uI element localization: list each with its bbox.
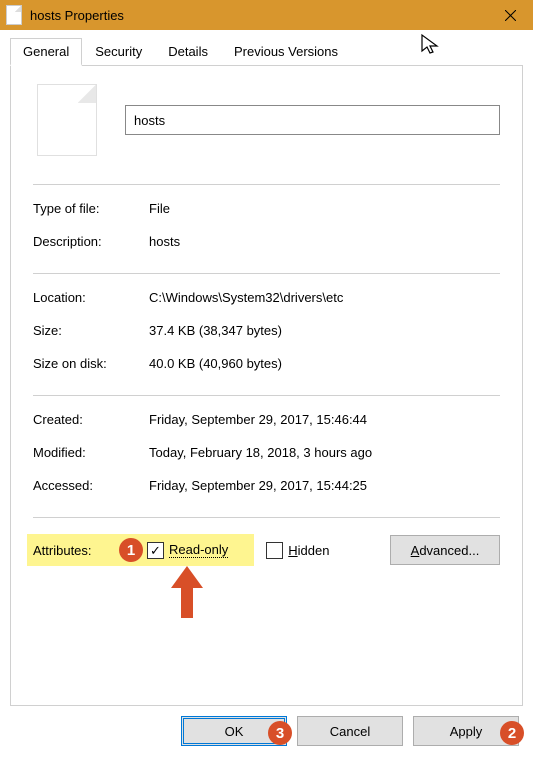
size-value: 37.4 KB (38,347 bytes) bbox=[149, 323, 500, 338]
created-row: Created: Friday, September 29, 2017, 15:… bbox=[33, 412, 500, 427]
close-icon bbox=[505, 10, 516, 21]
document-icon bbox=[37, 84, 97, 156]
divider bbox=[33, 395, 500, 396]
modified-row: Modified: Today, February 18, 2018, 3 ho… bbox=[33, 445, 500, 460]
size-label: Size: bbox=[33, 323, 149, 338]
filename-input[interactable] bbox=[125, 105, 500, 135]
arrow-up-icon bbox=[169, 566, 205, 618]
cancel-button[interactable]: Cancel bbox=[297, 716, 403, 746]
annotation-badge-3: 3 bbox=[268, 721, 292, 745]
tab-previous-versions[interactable]: Previous Versions bbox=[221, 38, 351, 65]
annotation-badge-1: 1 bbox=[119, 538, 143, 562]
tab-general[interactable]: General bbox=[10, 38, 82, 66]
divider bbox=[33, 517, 500, 518]
attributes-label: Attributes: bbox=[33, 543, 119, 558]
divider bbox=[33, 273, 500, 274]
sizeondisk-label: Size on disk: bbox=[33, 356, 149, 371]
ok-button[interactable]: OK 3 bbox=[181, 716, 287, 746]
modified-value: Today, February 18, 2018, 3 hours ago bbox=[149, 445, 500, 460]
type-of-file-row: Type of file: File bbox=[33, 201, 500, 216]
accessed-label: Accessed: bbox=[33, 478, 149, 493]
readonly-checkbox[interactable] bbox=[147, 542, 164, 559]
accessed-value: Friday, September 29, 2017, 15:44:25 bbox=[149, 478, 500, 493]
general-panel: Type of file: File Description: hosts Lo… bbox=[10, 66, 523, 706]
attributes-row: Attributes: 1 Read-only Hidden Advanced.… bbox=[33, 534, 500, 566]
title-bar[interactable]: hosts Properties bbox=[0, 0, 533, 30]
highlight-annotation: Attributes: 1 Read-only bbox=[27, 534, 254, 566]
location-label: Location: bbox=[33, 290, 149, 305]
type-value: File bbox=[149, 201, 500, 216]
accessed-row: Accessed: Friday, September 29, 2017, 15… bbox=[33, 478, 500, 493]
advanced-button[interactable]: Advanced... bbox=[390, 535, 500, 565]
window-title: hosts Properties bbox=[30, 8, 124, 23]
divider bbox=[33, 184, 500, 185]
annotation-badge-2: 2 bbox=[500, 721, 524, 745]
type-label: Type of file: bbox=[33, 201, 149, 216]
description-row: Description: hosts bbox=[33, 234, 500, 249]
sizeondisk-value: 40.0 KB (40,960 bytes) bbox=[149, 356, 500, 371]
description-label: Description: bbox=[33, 234, 149, 249]
size-row: Size: 37.4 KB (38,347 bytes) bbox=[33, 323, 500, 338]
location-row: Location: C:\Windows\System32\drivers\et… bbox=[33, 290, 500, 305]
hidden-label[interactable]: Hidden bbox=[288, 543, 329, 558]
created-value: Friday, September 29, 2017, 15:46:44 bbox=[149, 412, 500, 427]
created-label: Created: bbox=[33, 412, 149, 427]
size-on-disk-row: Size on disk: 40.0 KB (40,960 bytes) bbox=[33, 356, 500, 371]
description-value: hosts bbox=[149, 234, 500, 249]
location-value: C:\Windows\System32\drivers\etc bbox=[149, 290, 500, 305]
tab-details[interactable]: Details bbox=[155, 38, 221, 65]
dialog-button-row: OK 3 Cancel Apply 2 bbox=[0, 706, 533, 760]
close-button[interactable] bbox=[488, 0, 533, 30]
readonly-label[interactable]: Read-only bbox=[169, 542, 228, 558]
modified-label: Modified: bbox=[33, 445, 149, 460]
file-icon bbox=[6, 5, 22, 25]
tab-strip: General Security Details Previous Versio… bbox=[10, 38, 523, 66]
apply-button[interactable]: Apply 2 bbox=[413, 716, 519, 746]
tab-security[interactable]: Security bbox=[82, 38, 155, 65]
hidden-checkbox[interactable] bbox=[266, 542, 283, 559]
